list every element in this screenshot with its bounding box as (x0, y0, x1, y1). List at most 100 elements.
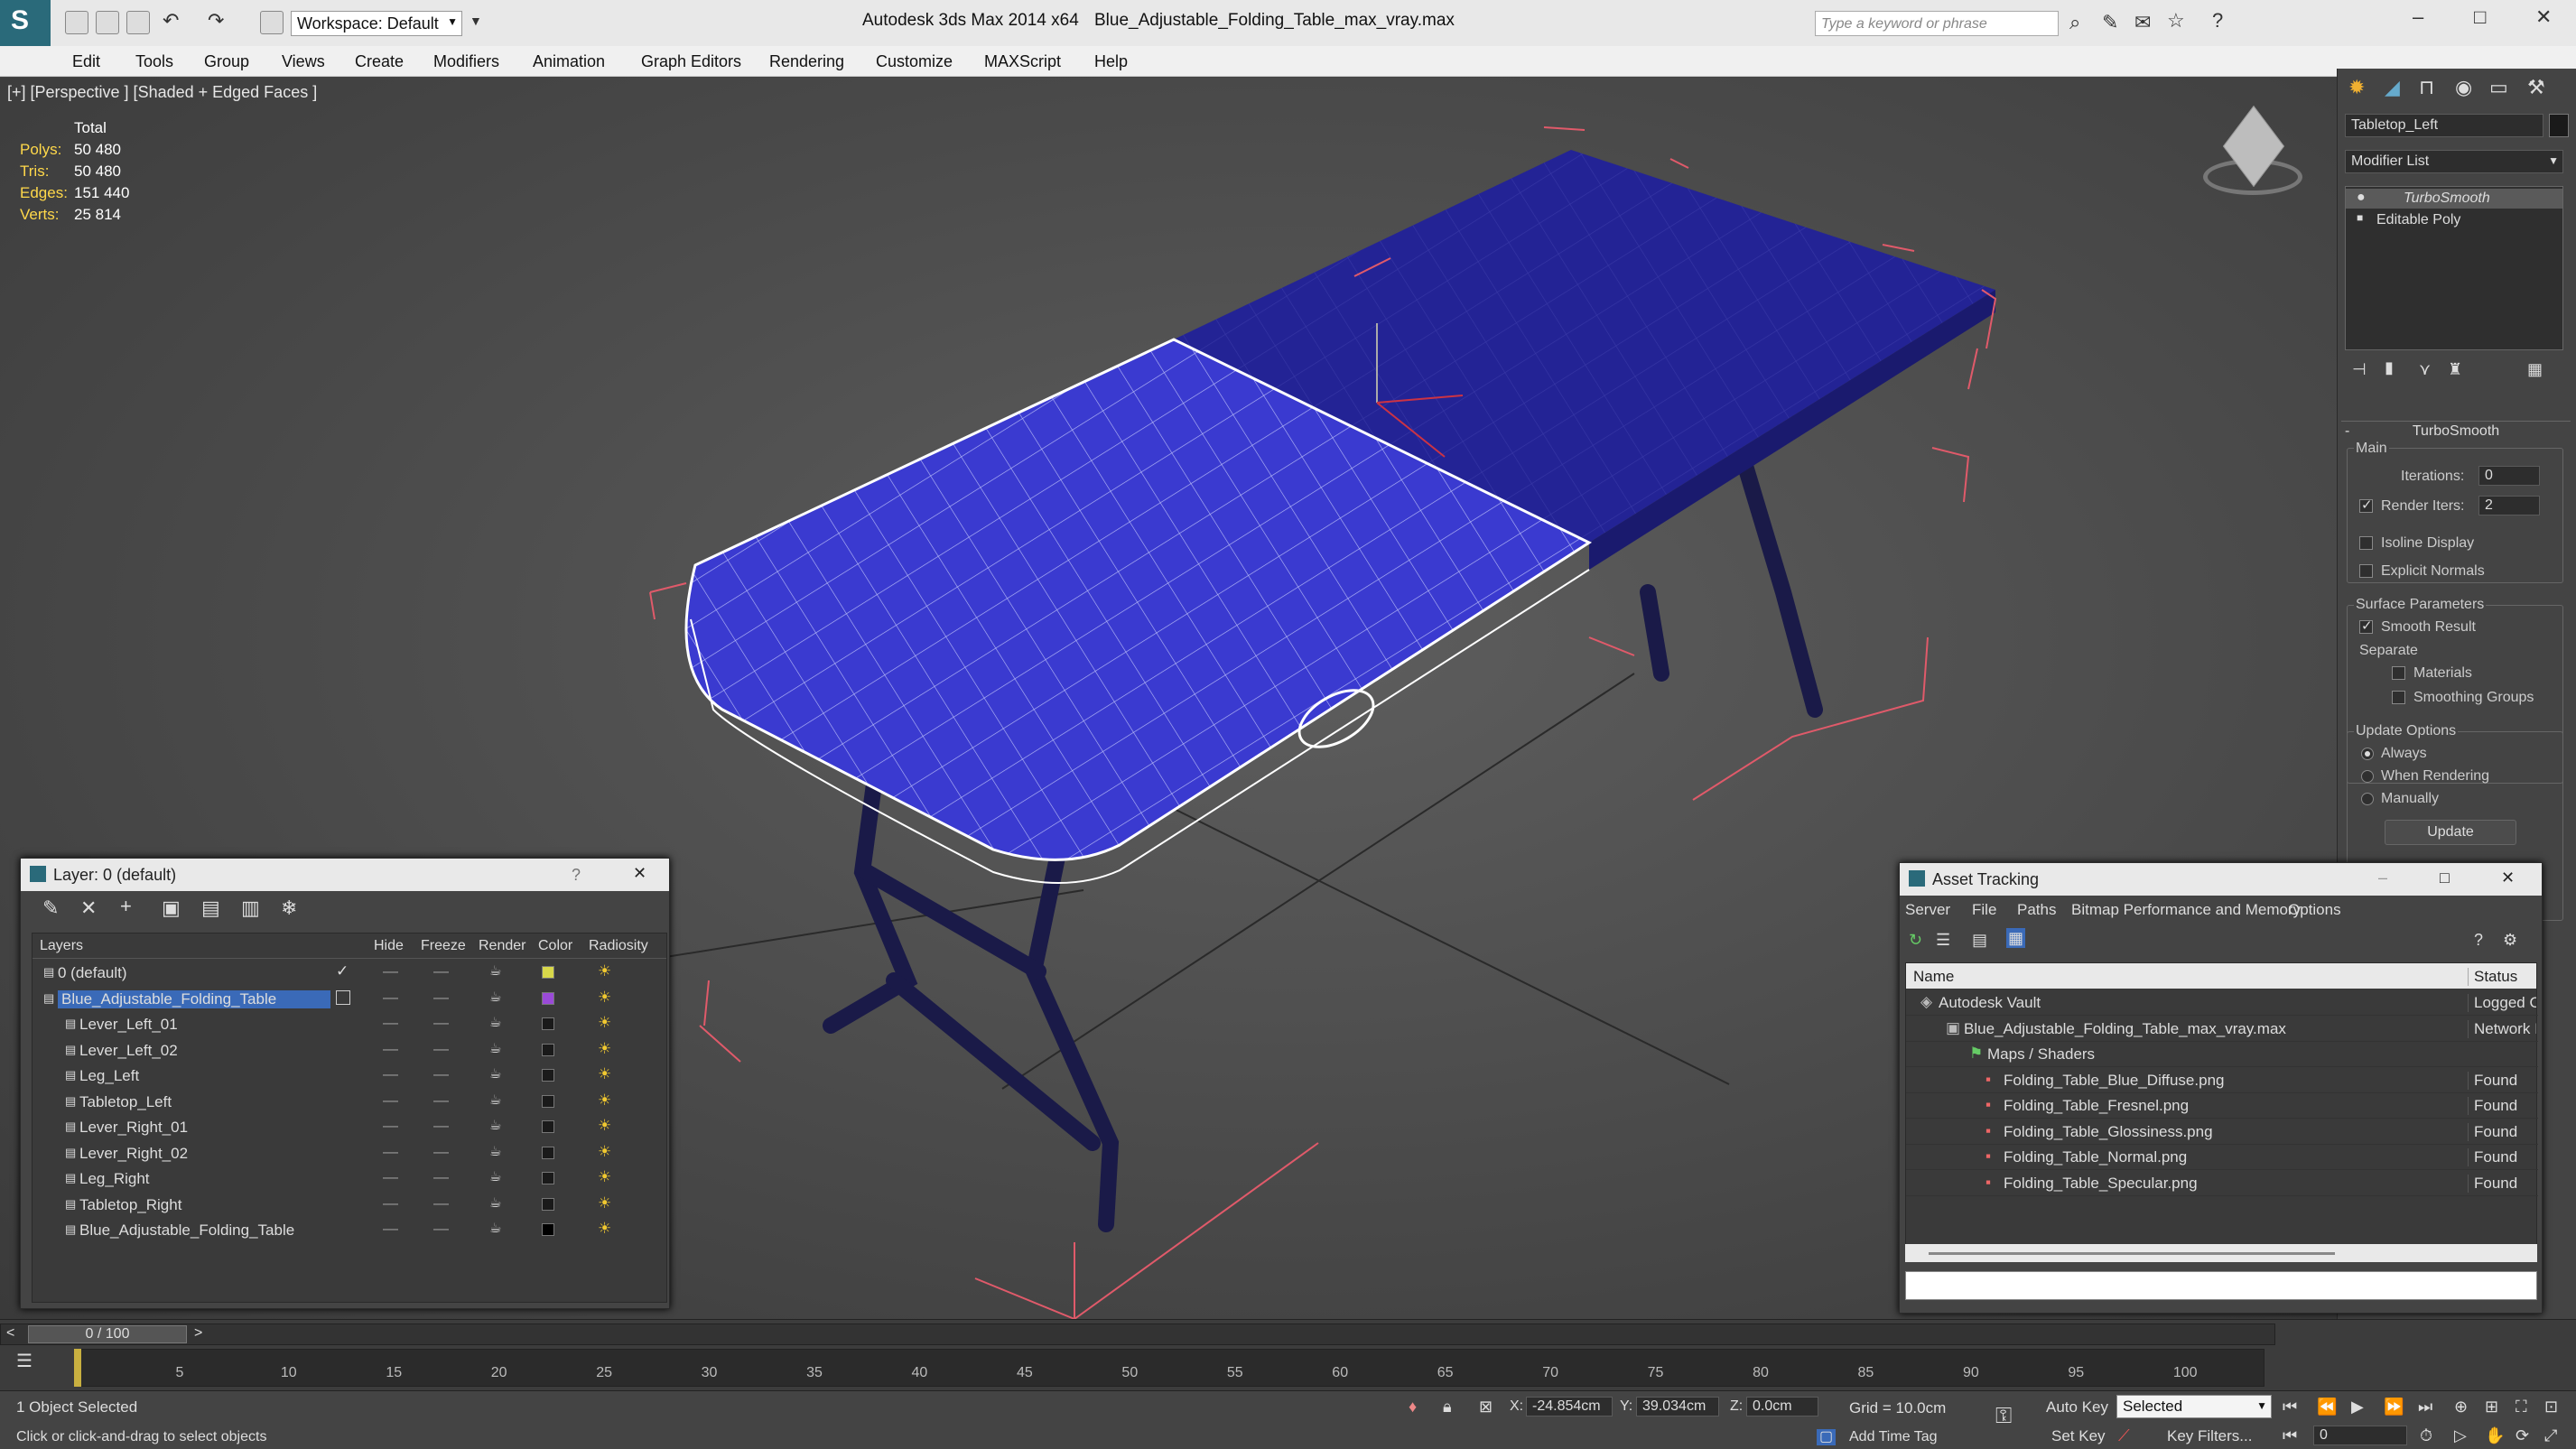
stack-item-editable-poly[interactable]: ■ Editable Poly (2346, 210, 2562, 230)
layer-color-swatch[interactable] (542, 1197, 554, 1211)
app-logo[interactable]: S (0, 0, 51, 46)
layer-color-swatch[interactable] (542, 1120, 554, 1133)
radiosity-icon[interactable]: ☀︎ (598, 1143, 611, 1161)
render-teapot-icon[interactable]: ☕︎ (489, 1014, 501, 1030)
asset-help-icon[interactable]: ? (2474, 932, 2483, 948)
trackbar-ruler[interactable] (78, 1349, 2264, 1387)
layer-row[interactable]: ▤ Blue_Adjustable_Folding_Table — — ☕︎ ☀︎ (33, 1218, 665, 1243)
asset-menu-server[interactable]: Server (1905, 901, 1950, 919)
modifier-list-dropdown[interactable]: Modifier List ▼ (2345, 150, 2563, 173)
hide-toggle[interactable]: — (383, 1168, 398, 1186)
layer-row[interactable]: ▤ Lever_Right_01 — — ☕︎ ☀︎ (33, 1115, 665, 1140)
set-key-icon[interactable]: ⟋ (2118, 1427, 2130, 1444)
layer-row[interactable]: ▤ Lever_Right_02 — — ☕︎ ☀︎ (33, 1141, 665, 1166)
next-key-icon[interactable]: ⏩ (2384, 1398, 2404, 1415)
freeze-toggle[interactable]: — (433, 1168, 449, 1186)
minimize-icon[interactable]: – (2413, 7, 2423, 27)
zoom-extents-icon[interactable]: ⛶ (2516, 1398, 2527, 1415)
isolate-icon[interactable]: ♦ (1409, 1398, 1417, 1415)
menu-views[interactable]: Views (282, 52, 325, 71)
col-layers[interactable]: Layers (40, 938, 83, 954)
chevron-down-icon[interactable]: ▼ (470, 14, 482, 27)
pan-icon[interactable]: ✋ (2485, 1427, 2505, 1444)
menu-tools[interactable]: Tools (135, 52, 173, 71)
col-color[interactable]: Color (538, 938, 572, 954)
asset-options-icon[interactable]: ⚙ (2503, 932, 2517, 948)
freeze-toggle[interactable]: — (433, 1040, 449, 1058)
key-icon[interactable]: ⚿ (1995, 1406, 2012, 1427)
object-color-swatch[interactable] (2549, 114, 2569, 137)
y-coordinate[interactable]: 39.034cm (1636, 1397, 1719, 1416)
asset-scrollbar[interactable] (1905, 1244, 2537, 1262)
time-slider[interactable]: < 0 / 100 > (0, 1324, 2275, 1345)
hide-toggle[interactable]: — (383, 1091, 398, 1110)
key-mode-icon[interactable]: ⏮ (2283, 1427, 2297, 1444)
asset-menu-file[interactable]: File (1972, 901, 1996, 919)
col-status[interactable]: Status (2468, 968, 2517, 986)
render-teapot-icon[interactable]: ☕︎ (489, 1065, 501, 1082)
stack-item-turbosmooth[interactable]: ● TurboSmooth (2346, 189, 2562, 209)
add-to-layer-icon[interactable]: + (120, 896, 132, 916)
project-folder-icon[interactable] (260, 11, 284, 34)
goto-end-icon[interactable]: ⏭ (2418, 1398, 2432, 1415)
asset-menu-bitmap-performance[interactable]: Bitmap Performance and Memory (2071, 901, 2301, 919)
redo-icon[interactable]: ↷ (208, 11, 224, 31)
when-rendering-radio[interactable] (2361, 770, 2374, 783)
asset-row[interactable]: ▪ Folding_Table_Specular.png Found (1906, 1171, 2538, 1196)
menu-animation[interactable]: Animation (533, 52, 605, 71)
explicit-normals-checkbox[interactable] (2359, 564, 2373, 578)
modifier-stack[interactable]: ● TurboSmooth ■ Editable Poly (2345, 186, 2563, 350)
key-set-dropdown[interactable]: Selected ▼ (2116, 1395, 2272, 1418)
zoom-icon[interactable]: ⊕ (2454, 1398, 2468, 1415)
pin-stack-icon[interactable]: ⊣ (2352, 361, 2367, 377)
goto-start-icon[interactable]: ⏮ (2283, 1398, 2297, 1415)
prev-key-icon[interactable]: ⏪ (2317, 1398, 2337, 1415)
trackbar[interactable]: ☰ 5 10 15 20 25 30 35 40 45 50 55 60 65 70 75 80 85 90 95 1… (0, 1347, 2275, 1392)
utilities-tab-icon[interactable]: ⚒ (2527, 78, 2545, 98)
freeze-toggle[interactable]: — (433, 1143, 449, 1161)
hide-toggle[interactable]: — (383, 1194, 398, 1212)
layer-color-swatch[interactable] (542, 991, 554, 1005)
layer-color-swatch[interactable] (542, 1146, 554, 1159)
freeze-toggle[interactable]: — (433, 1220, 449, 1238)
freeze-all-icon[interactable]: ❄ (281, 898, 297, 918)
update-button[interactable]: Update (2385, 820, 2516, 845)
smoothing-groups-checkbox[interactable] (2392, 691, 2405, 704)
workspace-dropdown[interactable]: Workspace: Default ▼ (291, 11, 462, 36)
layer-color-swatch[interactable] (542, 1043, 554, 1056)
zoom-all-icon[interactable]: ⊞ (2485, 1398, 2498, 1415)
radiosity-icon[interactable]: ☀︎ (598, 1040, 611, 1058)
close-icon[interactable]: ✕ (2535, 7, 2552, 27)
highlight-layer-icon[interactable]: ▤ (201, 898, 220, 918)
delete-layer-icon[interactable]: ✕ (80, 898, 97, 918)
render-teapot-icon[interactable]: ☕︎ (489, 962, 501, 979)
layer-color-swatch[interactable] (542, 1017, 554, 1030)
active-layer-check-icon[interactable]: ✓ (336, 962, 349, 980)
render-teapot-icon[interactable]: ☕︎ (489, 1143, 501, 1159)
lock-selection-icon[interactable]: 🔒︎ (1443, 1398, 1452, 1415)
render-teapot-icon[interactable]: ☕︎ (489, 1091, 501, 1108)
render-teapot-icon[interactable]: ☕︎ (489, 1040, 501, 1056)
hierarchy-tab-icon[interactable]: ⊓ (2419, 78, 2434, 98)
curve-editor-icon[interactable]: ☰ (16, 1352, 33, 1370)
help-button[interactable]: ? (572, 866, 581, 885)
table-view-icon[interactable]: ▦ (2006, 928, 2026, 948)
hide-all-icon[interactable]: ▥ (241, 898, 260, 918)
iterations-spinner[interactable]: 0 (2478, 466, 2540, 486)
undo-icon[interactable]: ↶ (163, 11, 179, 31)
layer-color-swatch[interactable] (542, 1223, 554, 1236)
display-tab-icon[interactable]: ▭ (2489, 78, 2508, 98)
object-name-field[interactable]: Tabletop_Left (2345, 114, 2543, 137)
col-name[interactable]: Name (1913, 968, 1954, 986)
motion-tab-icon[interactable]: ◉ (2455, 78, 2472, 98)
freeze-toggle[interactable]: — (433, 989, 449, 1007)
layer-window-titlebar[interactable]: Layer: 0 (default) ? ✕ (21, 859, 669, 891)
absolute-mode-icon[interactable]: ⊠ (1479, 1398, 1493, 1415)
thumbnail-view-icon[interactable]: ▤ (1972, 932, 1987, 948)
freeze-toggle[interactable]: — (433, 1065, 449, 1083)
maximize-icon[interactable]: □ (2440, 868, 2450, 887)
menu-rendering[interactable]: Rendering (769, 52, 844, 71)
turbosmooth-rollout-header[interactable]: - TurboSmooth (2341, 421, 2571, 441)
asset-menu-paths[interactable]: Paths (2017, 901, 2056, 919)
next-frame-icon[interactable]: > (194, 1325, 202, 1342)
